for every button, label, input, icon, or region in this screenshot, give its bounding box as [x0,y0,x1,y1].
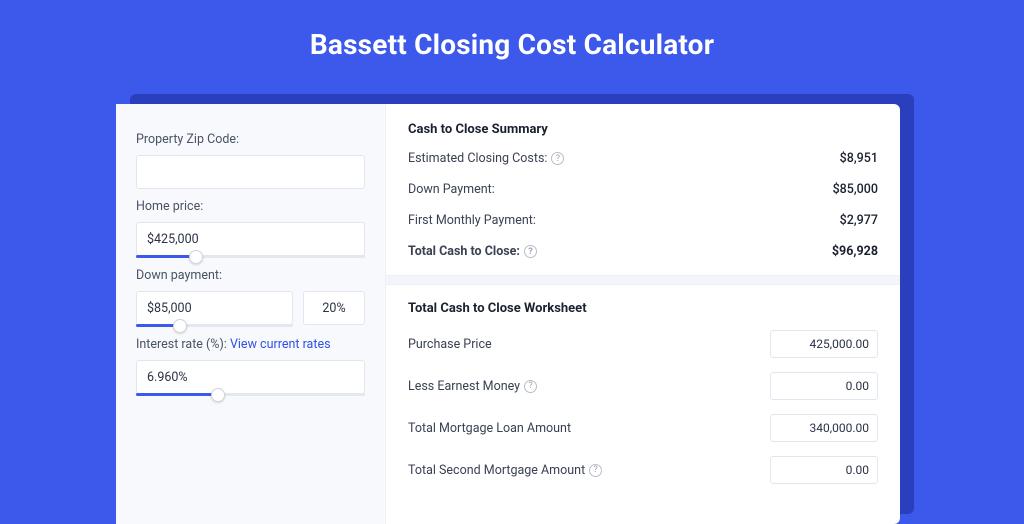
worksheet-title: Total Cash to Close Worksheet [408,301,878,316]
worksheet-input-value: 425,000.00 [810,337,869,351]
worksheet-input[interactable]: 340,000.00 [770,414,878,442]
summary-total-label: Total Cash to Close: [408,244,520,259]
worksheet-input-value: 340,000.00 [810,421,869,435]
down-slider-thumb[interactable] [173,319,187,333]
summary-title: Cash to Close Summary [408,122,878,137]
worksheet-input[interactable]: 0.00 [770,372,878,400]
summary-row: Down Payment: $85,000 [408,182,878,197]
help-icon[interactable]: ? [589,464,602,477]
summary-row-value: $8,951 [840,151,878,166]
worksheet-row-label: Less Earnest Money [408,379,520,394]
summary-total-value: $96,928 [832,244,878,259]
worksheet-row: Less Earnest Money? 0.00 [408,372,878,400]
price-slider-thumb[interactable] [189,250,203,264]
worksheet-row-label: Total Second Mortgage Amount [408,463,585,478]
summary-row-value: $2,977 [840,213,878,228]
page-title: Bassett Closing Cost Calculator [0,0,1024,79]
results-panel: Cash to Close Summary Estimated Closing … [386,104,900,524]
rate-label: Interest rate (%): View current rates [136,337,365,352]
summary-total-row: Total Cash to Close:? $96,928 [408,244,878,259]
view-rates-link[interactable]: View current rates [230,337,331,352]
worksheet-input[interactable]: 425,000.00 [770,330,878,358]
down-input[interactable]: $85,000 [136,291,293,325]
worksheet-input[interactable]: 0.00 [770,456,878,484]
price-value: $425,000 [147,232,199,247]
help-icon[interactable]: ? [524,380,537,393]
summary-row-label: First Monthly Payment: [408,213,536,228]
summary-row-value: $85,000 [833,182,878,197]
price-slider[interactable] [136,255,365,258]
inputs-panel: Property Zip Code: Home price: $425,000 … [116,104,386,524]
calculator-card: Property Zip Code: Home price: $425,000 … [116,104,900,524]
rate-label-text: Interest rate (%): [136,337,230,352]
summary-row: First Monthly Payment: $2,977 [408,213,878,228]
worksheet-row: Total Mortgage Loan Amount 340,000.00 [408,414,878,442]
price-slider-fill [136,255,196,258]
worksheet-input-value: 0.00 [846,379,869,393]
summary-row-label: Down Payment: [408,182,495,197]
down-pct-input[interactable]: 20% [303,291,365,325]
rate-slider[interactable] [136,393,365,396]
rate-input[interactable]: 6.960% [136,360,365,394]
worksheet-row-label: Purchase Price [408,337,492,352]
help-icon[interactable]: ? [524,245,537,258]
worksheet-row: Total Second Mortgage Amount? 0.00 [408,456,878,484]
down-label: Down payment: [136,268,365,283]
summary-row: Estimated Closing Costs:? $8,951 [408,151,878,166]
down-slider[interactable] [136,324,293,327]
section-divider [386,275,900,285]
summary-row-label: Estimated Closing Costs: [408,151,547,166]
down-value: $85,000 [147,301,192,316]
down-pct-value: 20% [322,301,345,316]
worksheet-row: Purchase Price 425,000.00 [408,330,878,358]
zip-input[interactable] [136,155,365,189]
price-label: Home price: [136,199,365,214]
worksheet-input-value: 0.00 [846,463,869,477]
rate-slider-thumb[interactable] [211,388,225,402]
rate-value: 6.960% [147,370,188,385]
help-icon[interactable]: ? [551,152,564,165]
zip-label: Property Zip Code: [136,132,365,147]
price-input[interactable]: $425,000 [136,222,365,256]
worksheet-row-label: Total Mortgage Loan Amount [408,421,571,436]
rate-slider-fill [136,393,218,396]
